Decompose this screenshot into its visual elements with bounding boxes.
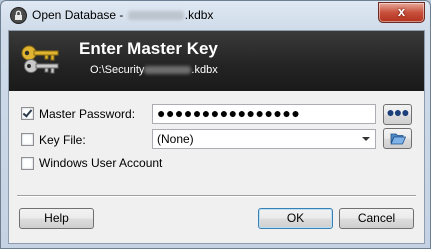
windows-user-account-label: Windows User Account xyxy=(39,156,163,170)
reveal-dots-icon: ●●● xyxy=(386,104,409,120)
database-path-prefix: O:\Security xyxy=(90,64,145,76)
lock-app-icon xyxy=(10,7,27,24)
database-path-suffix: .kdbx xyxy=(191,64,218,76)
help-button[interactable]: Help xyxy=(19,208,94,229)
redacted-filename xyxy=(127,11,184,21)
close-icon: x xyxy=(397,4,406,19)
windows-user-account-checkbox[interactable] xyxy=(21,157,34,170)
divider xyxy=(17,195,416,197)
key-file-selected-value: (None) xyxy=(157,132,194,146)
cancel-button[interactable]: Cancel xyxy=(339,208,414,229)
browse-key-file-button[interactable] xyxy=(383,128,412,149)
key-file-select[interactable]: (None) xyxy=(152,129,376,149)
master-password-checkbox[interactable] xyxy=(21,107,34,120)
keys-icon xyxy=(21,45,59,74)
folder-open-icon xyxy=(389,133,406,145)
master-password-label: Master Password: xyxy=(39,107,136,121)
header-banner: Enter Master Key O:\Security .kdbx xyxy=(9,31,424,91)
window-title: Open Database - .kdbx xyxy=(32,8,213,22)
window-title-suffix: .kdbx xyxy=(184,8,214,22)
key-file-checkbox[interactable] xyxy=(21,133,34,146)
banner-title: Enter Master Key xyxy=(79,39,218,58)
master-password-field[interactable]: ●●●●●●●●●●●●●●●● xyxy=(152,104,376,124)
database-path: O:\Security .kdbx xyxy=(90,64,218,76)
dialog-content: Enter Master Key O:\Security .kdbx Master… xyxy=(8,30,425,244)
chevron-down-icon xyxy=(362,137,370,141)
key-file-label: Key File: xyxy=(39,133,86,147)
open-database-dialog: Open Database - .kdbx x Enter Master Key… xyxy=(0,0,431,249)
redacted-path xyxy=(144,66,192,75)
window-title-prefix: Open Database - xyxy=(32,8,127,22)
close-button[interactable]: x xyxy=(378,2,425,23)
title-bar[interactable]: Open Database - .kdbx x xyxy=(1,1,430,29)
ok-button[interactable]: OK xyxy=(258,208,333,229)
show-password-button[interactable]: ●●● xyxy=(383,104,412,125)
